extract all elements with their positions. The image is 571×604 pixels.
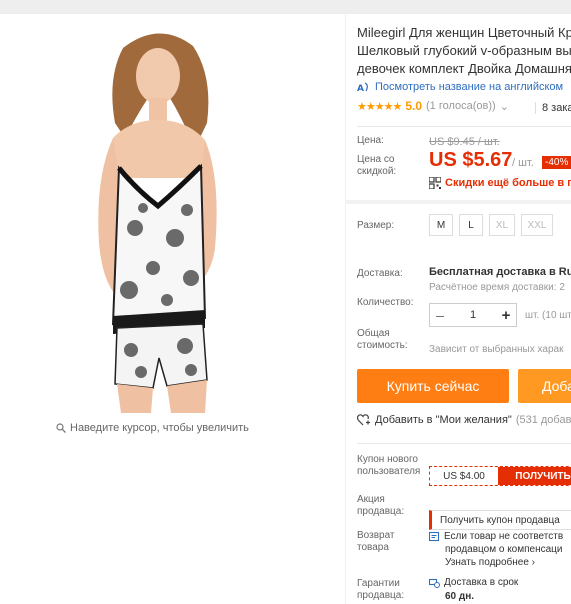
discount-badge: -40% xyxy=(542,156,571,169)
size-options: M L XL XXL xyxy=(429,214,553,236)
size-label: Размер: xyxy=(357,220,395,231)
qty-minus-button[interactable]: – xyxy=(430,307,450,323)
coupon-amount: US $4.00 xyxy=(443,470,485,482)
orders-count: 8 заказ xyxy=(535,102,571,114)
product-title: Mileegirl Для женщин Цветочный Кр Шелков… xyxy=(357,25,571,76)
new-user-coupon: US $4.00 ПОЛУЧИТЬ xyxy=(429,466,571,486)
total-label: Общая стоимость: xyxy=(357,328,408,351)
translate-link[interactable]: A Посмотреть название на английском xyxy=(357,81,563,93)
app-promo-text: Скидки ещё больше в при xyxy=(445,177,571,189)
shipping-time: Расчётное время доставки: 2 xyxy=(429,282,565,293)
guarantee-line-1: Доставка в срок xyxy=(429,577,518,588)
qr-code-icon xyxy=(429,177,441,189)
guarantee-days: 60 дн. xyxy=(445,591,475,602)
size-option-m[interactable]: M xyxy=(429,214,453,236)
guarantee-line-1-text: Доставка в срок xyxy=(444,577,519,588)
product-details: Mileegirl Для женщин Цветочный Кр Шелков… xyxy=(345,14,571,604)
price-label: Цена: xyxy=(357,135,384,146)
return-policy-icon xyxy=(429,531,440,542)
product-gallery: Наведите курсор, чтобы увеличить xyxy=(0,14,345,604)
translate-link-text: Посмотреть название на английском xyxy=(375,81,564,93)
product-photo[interactable] xyxy=(55,28,290,413)
divider xyxy=(345,200,571,204)
star-rating-icon: ★★★★★ xyxy=(357,100,402,113)
return-line-2: продавцом о компенсаци xyxy=(445,544,563,555)
rating-value: 5.0 xyxy=(405,99,422,113)
magnifier-icon xyxy=(56,423,66,433)
heart-plus-icon xyxy=(357,414,370,426)
wishlist-text: Добавить в "Мои желания" xyxy=(375,414,512,426)
zoom-hint: Наведите курсор, чтобы увеличить xyxy=(56,422,249,434)
size-option-xl[interactable]: XL xyxy=(489,214,515,236)
total-value: Зависит от выбранных харак xyxy=(429,344,564,355)
qty-note: шт. (10 шт xyxy=(525,310,571,321)
guarantee-label: Гарантии продавца: xyxy=(357,578,405,601)
shipping-value[interactable]: Бесплатная доставка в Russ xyxy=(429,266,571,278)
qty-label: Количество: xyxy=(357,297,414,308)
size-option-l[interactable]: L xyxy=(459,214,483,236)
top-bar xyxy=(0,0,571,14)
new-user-coupon-label: Купон нового пользователя xyxy=(357,454,421,477)
translate-icon: A xyxy=(357,82,368,93)
buy-now-button[interactable]: Купить сейчас xyxy=(357,369,509,403)
get-seller-coupon-button[interactable]: Получить купон продавца xyxy=(429,510,571,530)
return-label: Возврат товара xyxy=(357,530,395,553)
current-price: US $5.67 xyxy=(429,149,513,171)
wishlist-link[interactable]: Добавить в "Мои желания" (531 добав xyxy=(357,414,571,426)
delivery-clock-icon xyxy=(429,578,440,588)
svg-text:A: A xyxy=(357,84,364,93)
chevron-down-icon: ⌄ xyxy=(499,100,509,113)
zoom-hint-text: Наведите курсор, чтобы увеличить xyxy=(70,422,249,434)
seller-promo-label: Акция продавца: xyxy=(357,494,405,517)
return-line-1-text: Если товар не соответств xyxy=(444,531,564,542)
rating-row[interactable]: ★★★★★ 5.0 (1 голоса(ов)) ⌄ xyxy=(357,99,509,113)
divider xyxy=(357,443,571,444)
qty-input[interactable]: 1 xyxy=(450,309,496,321)
qty-plus-button[interactable]: + xyxy=(496,307,516,324)
quantity-stepper: – 1 + xyxy=(429,303,517,327)
learn-more-link[interactable]: Узнать подробнее › xyxy=(445,557,535,568)
shipping-label: Доставка: xyxy=(357,268,403,279)
app-promo[interactable]: Скидки ещё больше в при xyxy=(429,177,571,189)
return-line-1: Если товар не соответств xyxy=(429,531,563,542)
per-unit: / шт. xyxy=(512,157,534,169)
discount-price-label: Цена со скидкой: xyxy=(357,154,397,177)
get-coupon-button[interactable]: ПОЛУЧИТЬ xyxy=(498,467,571,485)
size-option-xxl[interactable]: XXL xyxy=(521,214,553,236)
wishlist-count: (531 добав xyxy=(515,414,571,426)
add-to-cart-button[interactable]: Доба xyxy=(518,369,571,403)
votes-count: (1 голоса(ов)) xyxy=(426,100,496,112)
old-price: US $9.45 / шт. xyxy=(429,136,500,148)
divider xyxy=(357,126,571,127)
